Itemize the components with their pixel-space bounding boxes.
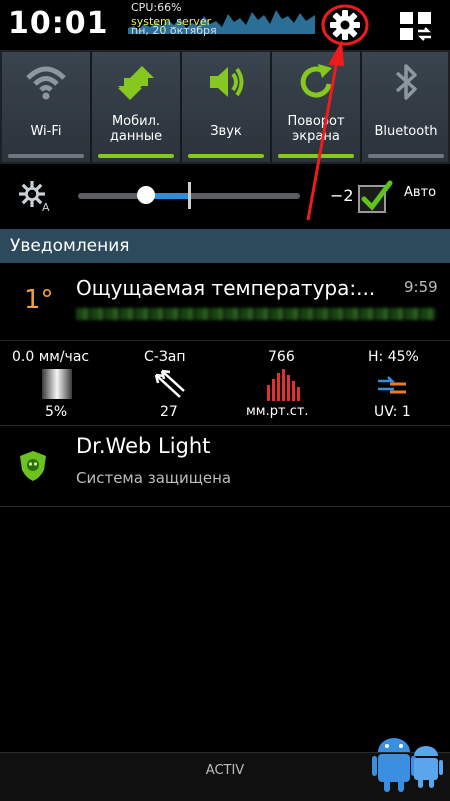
toggle-label: Wi-Fi	[30, 124, 62, 139]
svg-text:A: A	[42, 201, 50, 212]
notifications-title: Уведомления	[10, 236, 130, 256]
toggle-label: Звук	[210, 124, 242, 139]
brightness-row: A −2 Авто	[0, 166, 450, 224]
cpu-label: CPU:66%	[131, 1, 182, 14]
toggle-indicator	[188, 154, 264, 158]
status-header: 10:01 CPU:66% system_server пн, 20 октяб…	[0, 0, 450, 50]
wind-direction-icon	[154, 369, 185, 398]
bluetooth-icon	[395, 64, 417, 100]
toggle-indicator	[368, 154, 444, 158]
toggle-sound[interactable]: Звук	[182, 52, 272, 162]
date-text: пн, 20 октября	[131, 24, 217, 37]
toggle-label: Bluetooth	[374, 124, 438, 139]
sound-icon	[210, 67, 244, 97]
drweb-notification[interactable]: Dr.Web Light Система защищена	[0, 426, 450, 507]
toggle-bluetooth[interactable]: Bluetooth	[362, 52, 448, 162]
mobile-data-icon	[118, 66, 154, 100]
precipitation-probability: 5%	[45, 404, 68, 420]
toggle-indicator	[98, 154, 174, 158]
pressure-icon	[267, 369, 300, 401]
brightness-slider-thumb[interactable]	[137, 186, 155, 204]
uv-value: UV: 1	[374, 404, 411, 420]
annotation-arrow	[306, 40, 344, 221]
notifications-header: Уведомления	[0, 229, 450, 263]
android-logo-icon	[372, 738, 443, 792]
quick-toggles-panel: Wi-Fi Мобил. данные Звук Поворот экрана	[0, 50, 450, 164]
precipitation-icon	[42, 369, 72, 399]
auto-brightness-icon: A	[19, 181, 50, 212]
weather-blurred-subtitle	[76, 308, 436, 320]
precipitation-value: 0.0 мм/час	[12, 349, 90, 365]
auto-brightness-checkbox[interactable]	[357, 178, 393, 214]
toggle-label: Мобил. данные	[109, 114, 163, 144]
toggle-indicator	[8, 154, 84, 158]
weather-divider	[0, 340, 450, 341]
drweb-title: Dr.Web Light	[76, 434, 211, 458]
toggle-wifi[interactable]: Wi-Fi	[2, 52, 92, 162]
toggle-mobile-data[interactable]: Мобил. данные	[92, 52, 182, 162]
weather-temperature-icon: 1°	[24, 285, 54, 315]
weather-notification[interactable]: 1° Ощущаемая температура:... 9:59 0.0 мм…	[0, 263, 450, 426]
grid-edit-icon	[400, 12, 431, 41]
auto-brightness-label: Авто	[404, 185, 437, 200]
wifi-icon	[26, 66, 66, 100]
uv-icon	[378, 376, 406, 394]
humidity-value: H: 45%	[368, 349, 419, 365]
clock: 10:01	[8, 6, 109, 41]
pressure-unit: мм.рт.ст.	[246, 404, 309, 419]
drweb-subtitle: Система защищена	[76, 469, 232, 487]
quick-settings-grid-button[interactable]	[398, 10, 434, 42]
wind-speed: 27	[160, 404, 178, 420]
drweb-shield-icon	[20, 451, 46, 481]
weather-title: Ощущаемая температура:...	[76, 276, 376, 300]
pressure-value: 766	[268, 349, 295, 365]
brightness-slider-marker	[188, 182, 191, 209]
weather-time: 9:59	[404, 278, 438, 296]
wind-direction: С-Зап	[144, 349, 186, 365]
